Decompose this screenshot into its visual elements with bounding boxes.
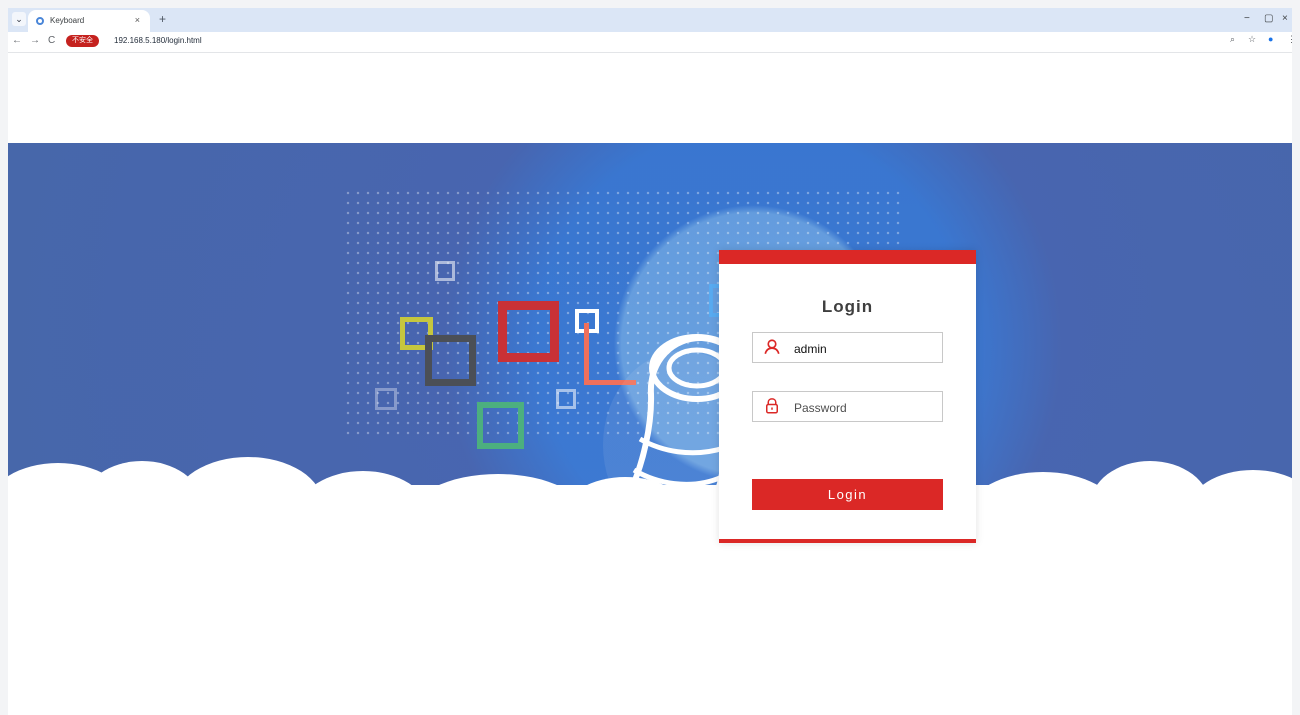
browser-window: ⌄ Keyboard × + − ▢ × ← → C 不安全 192.168.5… bbox=[0, 0, 1300, 715]
bookmark-icon[interactable]: ☆ bbox=[1248, 34, 1256, 45]
close-window-icon[interactable]: × bbox=[1282, 13, 1288, 24]
close-tab-icon[interactable]: × bbox=[135, 15, 140, 25]
minimize-icon[interactable]: − bbox=[1244, 13, 1250, 24]
decorative-square bbox=[435, 261, 455, 281]
user-icon bbox=[764, 339, 780, 355]
forward-icon[interactable]: → bbox=[30, 35, 40, 46]
username-input[interactable] bbox=[792, 333, 941, 364]
decorative-square bbox=[425, 335, 476, 386]
reload-icon[interactable]: C bbox=[48, 35, 55, 46]
profile-icon[interactable]: ● bbox=[1268, 34, 1273, 44]
active-tab[interactable]: Keyboard × bbox=[28, 10, 150, 32]
url-text: 192.168.5.180/login.html bbox=[114, 36, 202, 45]
decorative-square bbox=[375, 388, 397, 410]
tab-search-button[interactable]: ⌄ bbox=[12, 12, 26, 26]
menu-icon[interactable]: ⋮ bbox=[1287, 34, 1296, 45]
decorative-square bbox=[498, 301, 559, 362]
decorative-square bbox=[477, 402, 524, 449]
maximize-icon[interactable]: ▢ bbox=[1264, 13, 1273, 24]
tab-title: Keyboard bbox=[50, 16, 85, 25]
username-field[interactable] bbox=[752, 332, 943, 364]
zoom-icon[interactable]: ⌕ bbox=[1230, 34, 1235, 45]
tab-bar: ⌄ Keyboard × + − ▢ × bbox=[8, 8, 1292, 32]
password-input[interactable] bbox=[792, 392, 941, 423]
address-bar[interactable]: 不安全 192.168.5.180/login.html bbox=[66, 34, 1292, 50]
login-title: Login bbox=[821, 297, 874, 316]
login-button[interactable]: Login bbox=[752, 479, 943, 510]
lock-icon bbox=[766, 398, 778, 414]
cloud-base bbox=[8, 485, 1292, 545]
new-tab-button[interactable]: + bbox=[159, 12, 166, 26]
login-page: Login Login bbox=[8, 53, 1292, 715]
site-icon bbox=[36, 17, 44, 25]
password-field[interactable] bbox=[752, 391, 943, 423]
address-toolbar: ← → C 不安全 192.168.5.180/login.html ⌕ ☆ ●… bbox=[8, 32, 1296, 53]
panel-top-accent bbox=[719, 250, 976, 264]
hero-banner bbox=[8, 143, 1292, 564]
decorative-square bbox=[556, 389, 576, 409]
back-icon[interactable]: ← bbox=[12, 35, 22, 46]
security-warning-badge[interactable]: 不安全 bbox=[66, 35, 99, 47]
panel-bottom-accent bbox=[719, 539, 976, 543]
login-panel: Login Login bbox=[719, 250, 976, 543]
